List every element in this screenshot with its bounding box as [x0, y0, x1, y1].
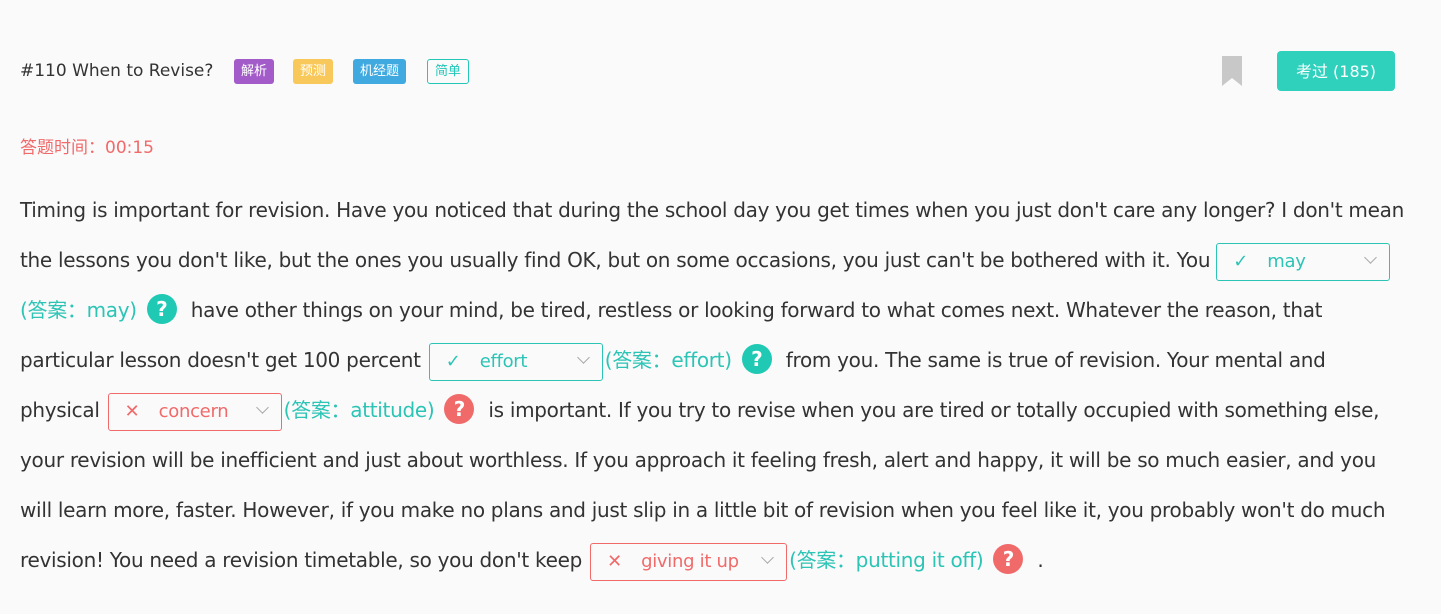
- question-circle-icon[interactable]: ?: [993, 543, 1024, 574]
- check-icon: ✓: [445, 350, 461, 372]
- question-title: #110 When to Revise?: [20, 61, 214, 81]
- blank-dropdown-3[interactable]: ✕ concern: [107, 392, 282, 431]
- blank-dropdown-4[interactable]: ✕ giving it up: [590, 542, 788, 581]
- timer-label: 答题时间：: [20, 138, 105, 158]
- passage-text: .: [1037, 548, 1044, 572]
- answer-key: (答案：attitude): [283, 398, 435, 422]
- blank-dropdown-1[interactable]: ✓ may: [1216, 242, 1391, 281]
- question-header: #110 When to Revise? 解析 预测 机经题 简单 考过 (18…: [20, 50, 1396, 92]
- answer-key: (答案：may): [20, 298, 137, 322]
- tag-machine-exam[interactable]: 机经题: [353, 59, 407, 84]
- chevron-down-icon: [576, 350, 590, 364]
- tag-analysis[interactable]: 解析: [234, 59, 275, 84]
- answer-key: (答案：effort): [604, 348, 732, 372]
- blank-value: effort: [479, 350, 528, 372]
- passage-text: Timing is important for revision. Have y…: [20, 198, 1404, 272]
- timer-value: 00:15: [105, 138, 154, 158]
- bookmark-icon[interactable]: [1222, 56, 1242, 86]
- exam-count-button[interactable]: 考过 (185): [1277, 51, 1395, 91]
- question-circle-icon[interactable]: ?: [146, 293, 177, 324]
- blank-value: concern: [158, 400, 229, 422]
- question-circle-icon[interactable]: ?: [444, 393, 475, 424]
- answer-key: (答案：putting it off): [789, 548, 984, 572]
- blank-value: giving it up: [641, 550, 739, 572]
- check-icon: ✓: [1233, 250, 1249, 272]
- answer-timer: 答题时间：00:15: [20, 133, 154, 158]
- chevron-down-icon: [255, 400, 269, 414]
- chevron-down-icon: [761, 550, 774, 564]
- passage: Timing is important for revision. Have y…: [20, 185, 1410, 585]
- tag-difficulty: 简单: [427, 59, 470, 84]
- tag-prediction[interactable]: 预测: [293, 59, 334, 84]
- blank-dropdown-2[interactable]: ✓ effort: [428, 342, 603, 381]
- chevron-down-icon: [1364, 250, 1378, 264]
- blank-value: may: [1267, 250, 1306, 272]
- cross-icon: ✕: [124, 400, 140, 422]
- cross-icon: ✕: [607, 550, 622, 572]
- question-circle-icon[interactable]: ?: [741, 343, 772, 374]
